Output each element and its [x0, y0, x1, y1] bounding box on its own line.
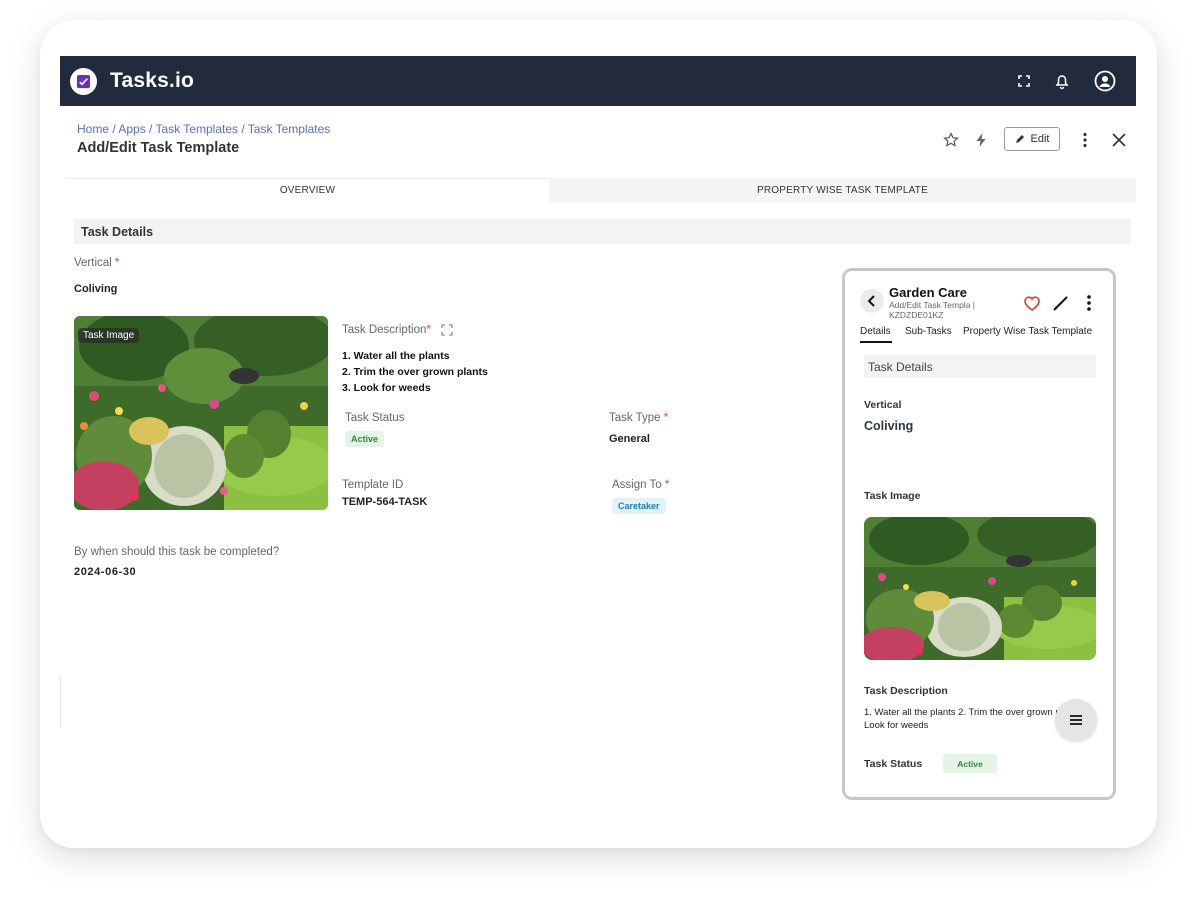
mobile-status-badge: Active: [943, 754, 997, 773]
breadcrumb-apps[interactable]: Apps: [118, 122, 145, 136]
back-icon[interactable]: [860, 289, 884, 313]
vertical-value: Coliving: [74, 283, 118, 295]
mobile-subtitle: Add/Edit Task Templa | KZDZDE01KZ: [889, 300, 975, 320]
type-value: General: [609, 433, 650, 445]
type-label-text: Task Type: [609, 412, 661, 424]
description-item: 1. Water all the plants: [342, 350, 450, 362]
mobile-title: Garden Care: [889, 285, 968, 300]
edit-button-label: Edit: [1030, 133, 1050, 145]
required-mark: *: [664, 479, 670, 491]
breadcrumb-current[interactable]: Task Templates: [248, 122, 330, 136]
status-badge: Active: [345, 431, 385, 447]
active-tab-indicator: [860, 341, 892, 343]
description-item: 2. Trim the over grown plants: [342, 366, 488, 378]
tab-property-wise[interactable]: PROPERTY WISE TASK TEMPLATE: [549, 178, 1136, 202]
more-vertical-icon[interactable]: [1079, 293, 1099, 313]
mobile-vertical-value: Coliving: [864, 419, 914, 433]
divider: [60, 676, 61, 728]
mobile-task-image[interactable]: [864, 517, 1096, 660]
required-mark: *: [663, 412, 669, 424]
bell-icon[interactable]: [1051, 70, 1073, 92]
template-id-label: Template ID: [342, 479, 404, 491]
mobile-image-label: Task Image: [864, 490, 921, 502]
logo-icon[interactable]: [70, 68, 97, 95]
edit-button[interactable]: Edit: [1004, 127, 1060, 151]
assign-badge: Caretaker: [612, 498, 666, 514]
heart-icon[interactable]: [1022, 293, 1042, 313]
mobile-section-title: Task Details: [864, 355, 1096, 378]
page-title: Add/Edit Task Template: [77, 140, 240, 156]
due-label: By when should this task be completed?: [74, 546, 280, 558]
description-list: 1. Water all the plants 2. Trim the over…: [342, 348, 488, 396]
mobile-tab-subtasks[interactable]: Sub-Tasks: [905, 326, 952, 337]
showcase-card: Tasks.io Home / Apps / Task Templates / …: [40, 20, 1157, 848]
more-vertical-icon[interactable]: [1076, 131, 1094, 149]
mobile-description-label: Task Description: [864, 685, 948, 697]
expand-icon[interactable]: [441, 324, 453, 336]
tab-overview[interactable]: OVERVIEW: [66, 178, 549, 202]
due-value: 2024-06-30: [74, 566, 137, 578]
breadcrumb-home[interactable]: Home: [77, 122, 109, 136]
mobile-tab-property[interactable]: Property Wise Task Template: [963, 326, 1092, 337]
task-image-badge: Task Image: [78, 328, 140, 343]
breadcrumb: Home / Apps / Task Templates / Task Temp…: [77, 122, 331, 136]
tab-bar: OVERVIEW PROPERTY WISE TASK TEMPLATE: [66, 178, 1136, 202]
section-title: Task Details: [74, 219, 1131, 244]
menu-icon[interactable]: [1055, 699, 1097, 741]
breadcrumb-task-templates[interactable]: Task Templates: [156, 122, 238, 136]
description-item: 3. Look for weeds: [342, 382, 431, 394]
top-navbar: Tasks.io: [60, 56, 1136, 106]
assign-label: Assign To *: [612, 479, 669, 491]
close-icon[interactable]: [1110, 131, 1128, 149]
required-mark: *: [114, 257, 120, 269]
mobile-vertical-label: Vertical: [864, 399, 902, 411]
pencil-icon: [1015, 135, 1024, 143]
status-label: Task Status: [345, 412, 405, 424]
user-icon[interactable]: [1094, 70, 1116, 92]
mobile-tab-details[interactable]: Details: [860, 326, 891, 337]
description-label: Task Description*: [342, 324, 431, 336]
mobile-preview: Garden Care Add/Edit Task Templa | KZDZD…: [842, 268, 1116, 800]
flash-icon[interactable]: [972, 131, 990, 149]
template-id-value: TEMP-564-TASK: [342, 496, 428, 508]
fullscreen-icon[interactable]: [1013, 70, 1035, 92]
vertical-label: Vertical *: [74, 257, 119, 269]
type-label: Task Type *: [609, 412, 668, 424]
assign-label-text: Assign To: [612, 479, 662, 491]
required-mark: *: [426, 324, 431, 336]
pencil-icon[interactable]: [1051, 293, 1071, 313]
mobile-status-label: Task Status: [864, 758, 923, 770]
vertical-label-text: Vertical: [74, 257, 112, 269]
brand-name: Tasks.io: [110, 69, 195, 92]
task-image[interactable]: Task Image: [74, 316, 328, 510]
description-label-text: Task Description: [342, 324, 427, 336]
star-icon[interactable]: [942, 131, 960, 149]
